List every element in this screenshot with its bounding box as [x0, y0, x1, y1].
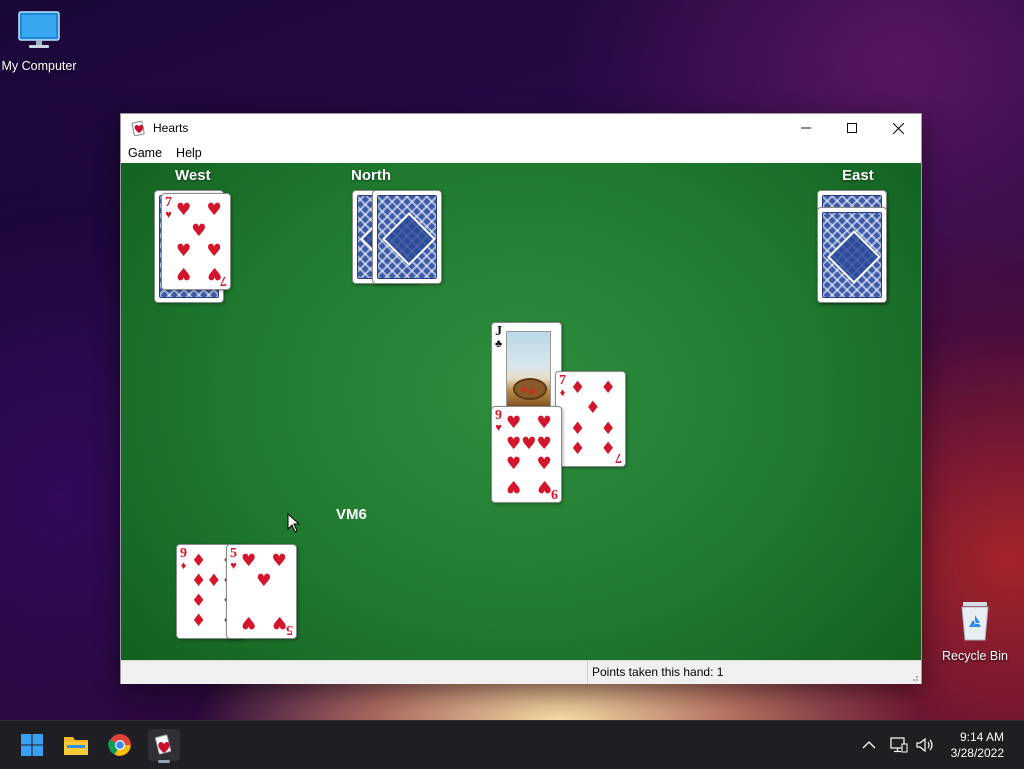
west-played-card: 7 ♥ ♥ ♥ ♥ ♥ ♥ ♥ ♥ 7 [161, 193, 231, 290]
chevron-up-icon[interactable] [862, 740, 876, 750]
close-button[interactable] [875, 114, 921, 142]
menu-bar: Game Help [121, 142, 921, 163]
card-pips: ♦ ♦ ♦ ♦ ♦ ♦ ♦ [570, 377, 616, 460]
window-title: Hearts [153, 121, 189, 135]
chrome-icon [108, 734, 131, 756]
hearts-app-icon [131, 120, 145, 136]
card-pips: ♥ ♥ ♥ ♥ ♥ [241, 550, 287, 633]
title-bar[interactable]: Hearts [121, 114, 921, 142]
game-table: West North East 7♥ ♥♥ ♥ ♥♥ ♥♥ 7 J♣ [121, 163, 921, 660]
maximize-button[interactable] [829, 114, 875, 142]
card-index: 7 ♦ [559, 374, 566, 399]
desktop-icon-recycle-bin[interactable]: Recycle Bin [936, 598, 1014, 663]
minimize-icon [801, 127, 811, 129]
card-rank: 7 [165, 195, 172, 210]
card-pips: ♥ ♥ ♥ ♥ ♥ ♥ ♥ ♥ ♥ [506, 412, 552, 497]
east-card-back [817, 207, 887, 303]
card-rank: J [495, 324, 503, 339]
card-suit: ♥ [165, 209, 172, 221]
card-rank: 9 [180, 546, 187, 561]
card-suit: ♥ [495, 422, 502, 434]
hand-card[interactable]: 5 ♥ ♥ ♥ ♥ ♥ ♥ 5 [226, 544, 297, 639]
menu-game[interactable]: Game [124, 146, 166, 160]
clock-date: 3/28/2022 [950, 746, 1004, 760]
card-suit: ♣ [495, 338, 503, 350]
desktop-icon-label: My Computer [1, 59, 77, 73]
monitor-icon [18, 11, 60, 48]
card-rank: 9 [495, 408, 502, 423]
trick-card-east: 7 ♦ ♦ ♦ ♦ ♦ ♦ ♦ ♦ 7 [555, 371, 626, 467]
north-card-back [372, 190, 442, 284]
taskbar-clock[interactable]: 9:14 AM 3/28/2022 [951, 729, 1004, 761]
hearts-window: Hearts Game Help West North East 7 ♥ ♥ ♥ ♥ [120, 113, 922, 684]
maximize-icon [847, 123, 857, 133]
player-name-west: West [175, 167, 211, 184]
trick-card-south: 9 ♥ ♥ ♥ ♥ ♥ ♥ ♥ ♥ ♥ ♥ 9 [491, 406, 562, 503]
close-icon [892, 122, 904, 134]
card-index: 9 ♥ [495, 409, 502, 434]
desktop-icon-my-computer[interactable]: My Computer [0, 10, 78, 73]
mouse-cursor-icon [287, 513, 301, 533]
player-name-south: VM6 [336, 506, 367, 523]
card-suit: ♥ [230, 560, 237, 572]
points-status: Points taken this hand: 1 [587, 661, 723, 684]
card-index: J ♣ [495, 325, 502, 350]
card-face-art [506, 331, 551, 411]
volume-icon[interactable] [916, 737, 934, 753]
card-index: 9 ♦ [180, 547, 187, 572]
hearts-app-icon [154, 734, 172, 755]
card-suit: ♦ [559, 387, 566, 399]
card-rank: 7 [559, 373, 566, 388]
system-tray [862, 721, 934, 769]
player-name-north: North [351, 167, 391, 184]
clock-time: 9:14 AM [959, 730, 1004, 744]
resize-grip-icon[interactable] [909, 672, 919, 682]
card-pips: ♥ ♥ ♥ ♥ ♥ ♥ ♥ [176, 199, 222, 284]
card-suit: ♦ [180, 560, 187, 572]
minimize-button[interactable] [783, 114, 829, 142]
recycle-bin-icon [961, 602, 989, 641]
taskbar-chrome[interactable] [104, 729, 136, 761]
taskbar-file-explorer[interactable] [60, 729, 92, 761]
card-index: 7 ♥ [165, 196, 172, 221]
start-button[interactable] [16, 729, 48, 761]
taskbar-hearts[interactable] [148, 729, 180, 763]
card-index-bottom: 7 [220, 273, 227, 288]
card-rank: 5 [230, 546, 237, 561]
windows-icon [21, 734, 43, 756]
network-icon[interactable] [890, 737, 908, 753]
desktop-icon-label: Recycle Bin [942, 649, 1008, 663]
menu-help[interactable]: Help [172, 146, 206, 160]
card-index: 5 ♥ [230, 547, 237, 572]
status-bar: Points taken this hand: 1 [121, 660, 921, 684]
player-name-east: East [842, 167, 874, 184]
folder-icon [64, 737, 88, 755]
taskbar: 9:14 AM 3/28/2022 [0, 720, 1024, 769]
